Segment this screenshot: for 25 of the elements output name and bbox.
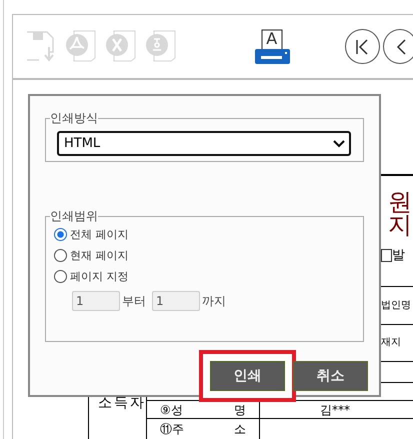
first-page-button[interactable] (345, 29, 380, 64)
group-label: 인쇄방식 (50, 110, 98, 127)
issue-label: 발 (392, 247, 405, 264)
issue-checkbox[interactable] (381, 249, 392, 262)
group-label: 인쇄범위 (50, 208, 98, 225)
table-cell-text: 재지 (381, 336, 401, 349)
to-label: 까지 (202, 292, 226, 310)
radio-option[interactable]: 페이지 지정 (54, 269, 128, 284)
table-cell: ⑨성 (160, 402, 183, 419)
table-cell: 명 (234, 402, 246, 419)
radio-option[interactable]: 전체 페이지 (54, 227, 128, 242)
previous-page-button[interactable] (382, 29, 413, 64)
skip-to-start-icon (355, 38, 370, 54)
table-cell: 김*** (320, 402, 350, 419)
radio-option[interactable]: 현재 페이지 (54, 248, 128, 263)
chevron-down-icon (333, 140, 345, 148)
table-cell: ⑪주 (160, 421, 184, 438)
from-label: 부터 (122, 292, 146, 310)
table-cell-text: 법인명 (381, 299, 411, 312)
table-cell: 소 (234, 421, 246, 438)
document-title: 지 (388, 213, 412, 237)
table-cell: 소득자 (98, 394, 146, 412)
document-title: 원 (388, 190, 412, 214)
print-method-select[interactable]: HTML (57, 131, 351, 156)
dialog-button[interactable]: 취소 (293, 361, 368, 391)
